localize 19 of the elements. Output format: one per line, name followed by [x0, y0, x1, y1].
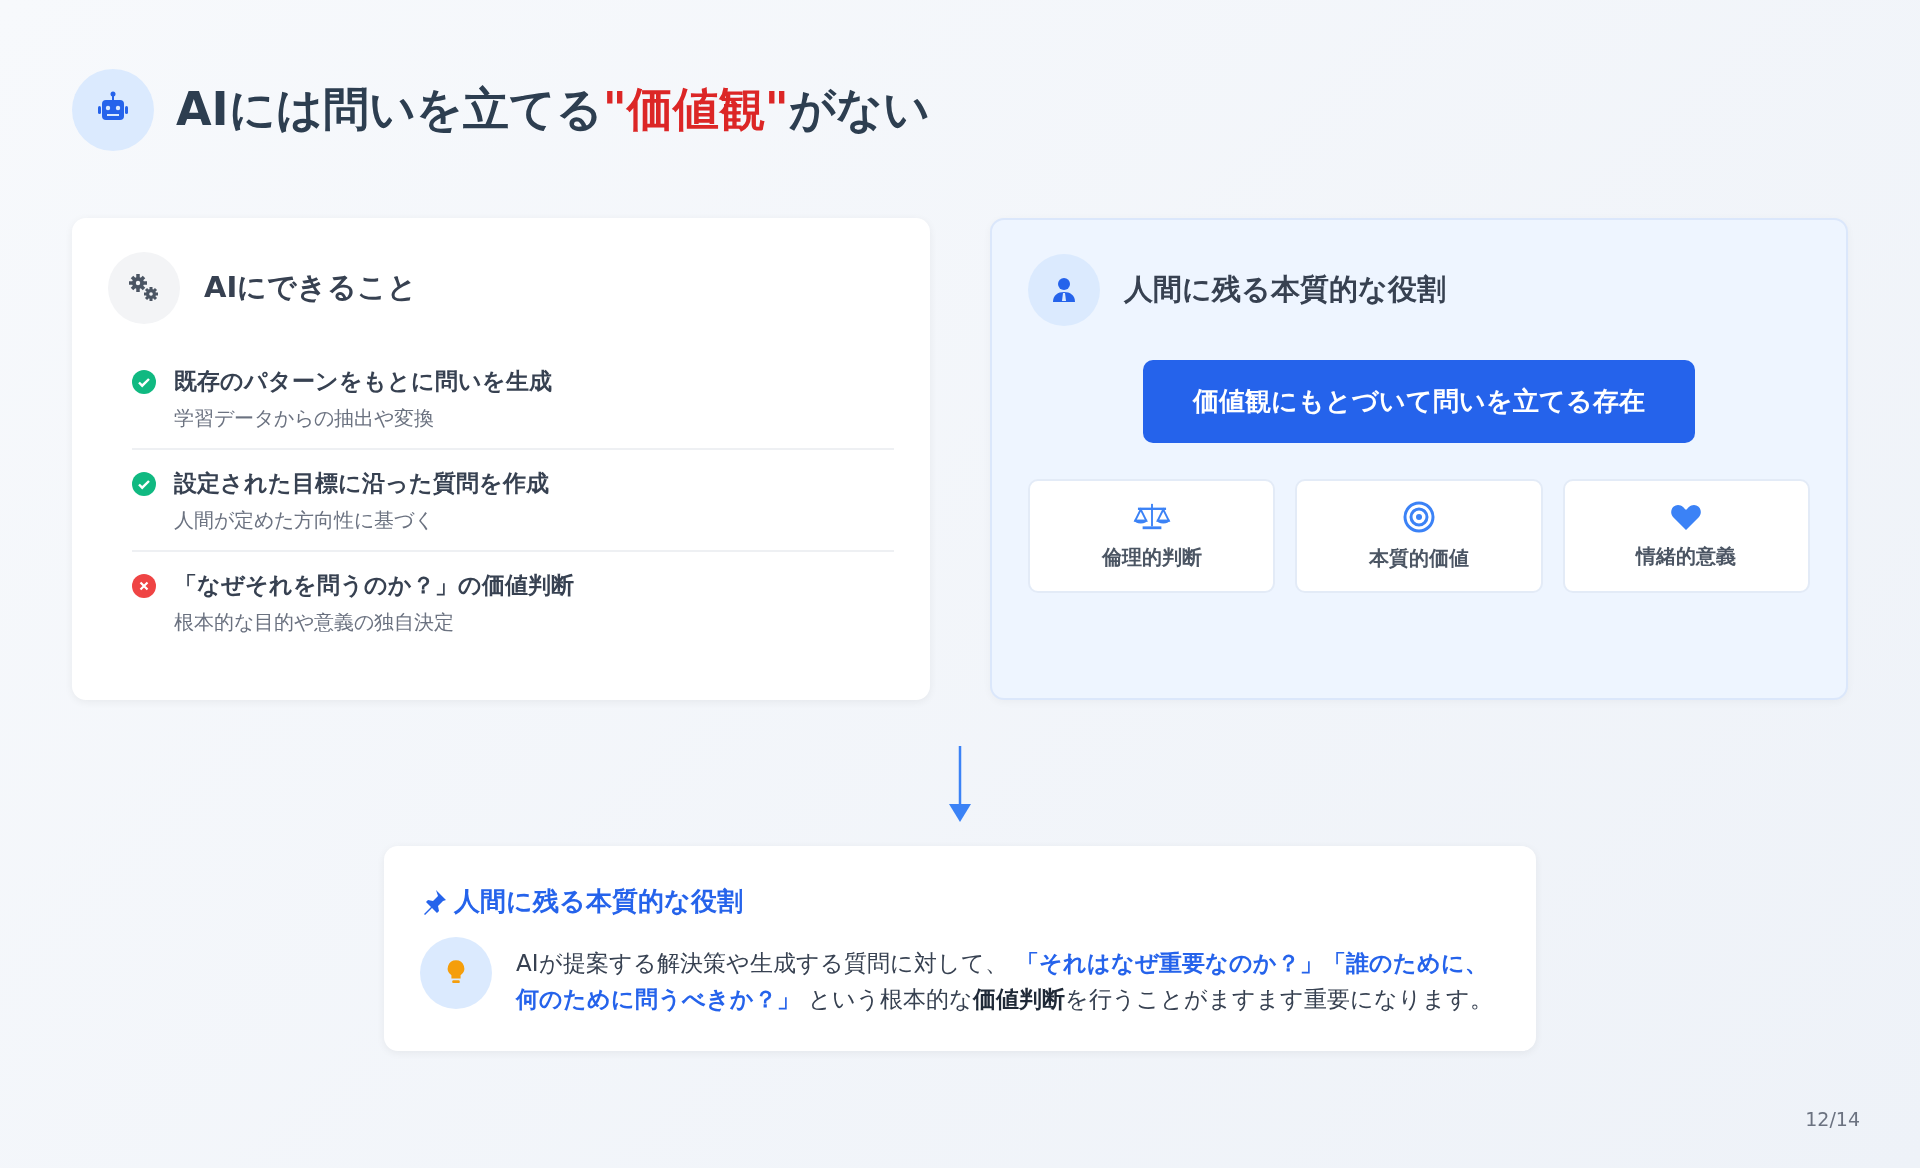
tile-label: 情緒的意義: [1636, 542, 1737, 570]
summary-heading: 人間に残る本質的な役割: [454, 885, 743, 918]
page-number: 12/14: [1805, 1108, 1860, 1130]
tile-label: 倫理的判断: [1101, 543, 1202, 571]
card-heading: 人間に残る本質的な役割: [1124, 271, 1446, 308]
item-title: 「なぜそれを問うのか？」の価値判断: [174, 571, 574, 600]
tile-label: 本質的価値: [1369, 544, 1469, 572]
summary-text: AIが提案する解決策や生成する質問に対して、 「それはなぜ重要なのか？」「誰のために、何のために問うべきか？」 という根本的な価値判断を行うことがますます重要になります。: [516, 949, 1494, 1014]
scale-icon: [1132, 501, 1171, 532]
slide-title: AIには問いを立てる"価値観"がない: [176, 81, 930, 138]
role-banner: 価値観にもとづいて問いを立てる存在: [1143, 360, 1695, 443]
card-heading: AIにできること: [204, 269, 418, 306]
item-title: 設定された目標に沿った質問を作成: [174, 469, 549, 498]
heart-icon: [1670, 502, 1703, 531]
item-detail: 学習データからの抽出や変換: [174, 405, 435, 432]
item-title: 既存のパターンをもとに問いを生成: [174, 367, 552, 396]
item-detail: 人間が定めた方向性に基づく: [174, 507, 435, 534]
item-detail: 根本的な目的や意義の独自決定: [174, 609, 455, 636]
target-icon: [1403, 500, 1435, 533]
